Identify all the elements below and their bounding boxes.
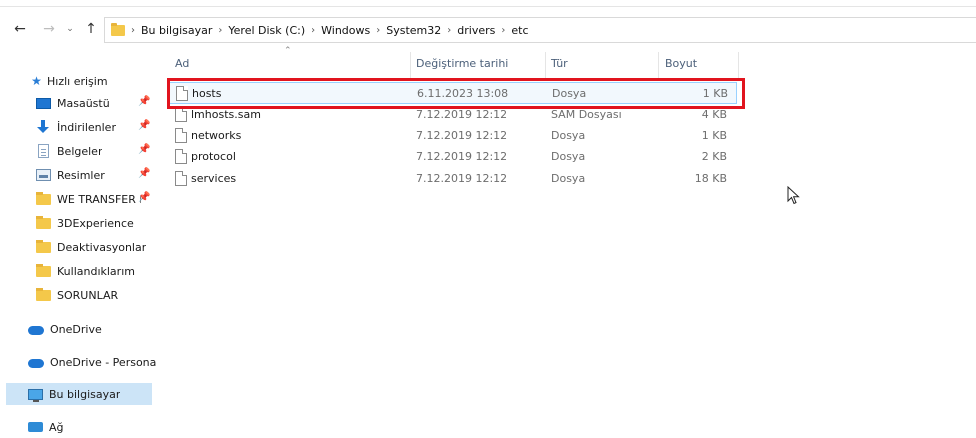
file-icon: [175, 171, 187, 186]
sort-ascending-icon: ⌃: [284, 46, 292, 56]
pin-icon: 📌: [138, 144, 151, 155]
pin-icon: 📌: [138, 96, 151, 107]
sidebar-item-quick-access[interactable]: ★ Hızlı erişim: [30, 70, 186, 92]
column-header-size[interactable]: Boyut: [665, 57, 697, 75]
sidebar-item-pictures[interactable]: Resimler 📌: [0, 164, 156, 186]
forward-arrow-icon[interactable]: →: [41, 18, 57, 40]
recent-locations-chevron-icon[interactable]: ⌄: [64, 18, 76, 40]
breadcrumb-item[interactable]: etc: [511, 24, 528, 37]
file-date: 7.12.2019 12:12: [416, 108, 508, 121]
file-row-protocol[interactable]: protocol 7.12.2019 12:12 Dosya 2 KB: [167, 146, 737, 168]
column-header-date[interactable]: Değiştirme tarihi: [416, 57, 508, 75]
breadcrumb-item[interactable]: System32: [386, 24, 441, 37]
folder-icon: [36, 287, 51, 301]
file-type: Dosya: [552, 87, 587, 100]
documents-icon: [38, 144, 49, 158]
column-divider[interactable]: [738, 52, 739, 78]
star-icon: ★: [31, 74, 42, 88]
column-divider[interactable]: [545, 52, 546, 78]
file-name: services: [191, 172, 237, 185]
file-size: 4 KB: [701, 108, 727, 121]
file-date: 6.11.2023 13:08: [417, 87, 509, 100]
file-icon: [175, 128, 187, 143]
computer-icon: [28, 388, 43, 402]
file-row-hosts[interactable]: hosts 6.11.2023 13:08 Dosya 1 KB: [167, 82, 737, 104]
file-size: 2 KB: [701, 150, 727, 163]
column-header-name[interactable]: Ad: [175, 57, 189, 75]
pictures-icon: [36, 169, 51, 181]
file-icon: [176, 86, 188, 101]
sidebar-item-this-pc[interactable]: Bu bilgisayar: [6, 383, 152, 405]
file-size: 18 KB: [694, 172, 727, 185]
navigation-pane: ★ Hızlı erişim Masaüstü 📌 İndirilenler 📌…: [0, 64, 156, 435]
sidebar-item-we-transfer[interactable]: WE TRANSFER KI 📌: [0, 188, 156, 210]
file-row-lmhosts[interactable]: lmhosts.sam 7.12.2019 12:12 SAM Dosyası …: [167, 104, 737, 126]
file-icon: [175, 107, 187, 122]
window-top-edge: [0, 0, 976, 7]
column-divider[interactable]: [658, 52, 659, 78]
file-icon: [175, 149, 187, 164]
folder-icon: [36, 239, 51, 253]
address-bar[interactable]: › Bu bilgisayar › Yerel Disk (C:) › Wind…: [104, 17, 976, 43]
breadcrumb: › Bu bilgisayar › Yerel Disk (C:) › Wind…: [131, 23, 529, 37]
sidebar-item-sorunlar[interactable]: SORUNLAR: [0, 284, 156, 306]
back-arrow-icon[interactable]: ←: [12, 18, 28, 40]
pin-icon: 📌: [138, 192, 151, 203]
folder-icon: [36, 215, 51, 229]
sidebar-item-deaktivasyonlar[interactable]: Deaktivasyonlar: [0, 236, 156, 258]
up-arrow-icon[interactable]: ↑: [83, 18, 99, 40]
downloads-icon: [36, 120, 51, 134]
onedrive-cloud-icon: [28, 358, 44, 368]
file-type: Dosya: [551, 172, 586, 185]
sidebar-item-onedrive[interactable]: OneDrive: [0, 318, 156, 340]
column-divider[interactable]: [410, 52, 411, 78]
breadcrumb-item[interactable]: Windows: [321, 24, 370, 37]
breadcrumb-item[interactable]: drivers: [457, 24, 495, 37]
sidebar-item-downloads[interactable]: İndirilenler 📌: [0, 116, 156, 138]
file-type: Dosya: [551, 150, 586, 163]
pin-icon: 📌: [138, 120, 151, 131]
mouse-cursor-icon: [787, 186, 800, 205]
file-name: networks: [191, 129, 242, 142]
column-header-type[interactable]: Tür: [551, 57, 568, 75]
file-name: protocol: [191, 150, 236, 163]
file-date: 7.12.2019 12:12: [416, 129, 508, 142]
pin-icon: 📌: [138, 168, 151, 179]
onedrive-cloud-icon: [28, 325, 44, 335]
file-type: SAM Dosyası: [551, 108, 622, 121]
desktop-icon: [36, 97, 51, 109]
file-size: 1 KB: [701, 129, 727, 142]
file-row-networks[interactable]: networks 7.12.2019 12:12 Dosya 1 KB: [167, 125, 737, 147]
sidebar-item-desktop[interactable]: Masaüstü 📌: [0, 92, 156, 114]
sidebar-item-documents[interactable]: Belgeler 📌: [0, 140, 156, 162]
sidebar-item-kullandiklarim[interactable]: Kullandıklarım: [0, 260, 156, 282]
file-type: Dosya: [551, 129, 586, 142]
folder-icon: [111, 22, 125, 36]
sidebar-item-onedrive-personal[interactable]: OneDrive - Personal: [0, 351, 156, 373]
file-name: lmhosts.sam: [191, 108, 261, 121]
file-date: 7.12.2019 12:12: [416, 172, 508, 185]
file-size: 1 KB: [702, 87, 728, 100]
network-icon: [28, 422, 43, 432]
folder-icon: [36, 263, 51, 277]
file-name: hosts: [192, 87, 222, 100]
folder-icon: [36, 191, 51, 205]
breadcrumb-item[interactable]: Bu bilgisayar: [141, 24, 212, 37]
breadcrumb-item[interactable]: Yerel Disk (C:): [228, 24, 305, 37]
sidebar-item-3dexperience[interactable]: 3DExperience: [0, 212, 156, 234]
file-row-services[interactable]: services 7.12.2019 12:12 Dosya 18 KB: [167, 168, 737, 190]
file-date: 7.12.2019 12:12: [416, 150, 508, 163]
